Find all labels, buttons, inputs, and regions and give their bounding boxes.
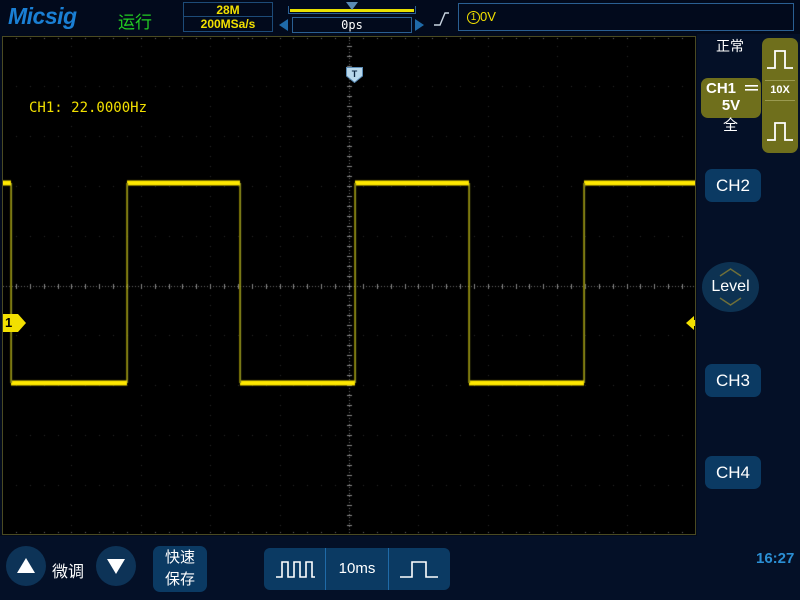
trigger-level-value: 0V bbox=[480, 9, 496, 24]
horizontal-position-value[interactable]: 0ps bbox=[292, 17, 412, 33]
triangle-up-icon bbox=[17, 558, 35, 573]
measurement-readout: CH1: 22.0000Hz bbox=[29, 100, 148, 116]
fine-adjust-label: 微调 bbox=[52, 564, 85, 581]
probe-divider-2 bbox=[765, 100, 795, 101]
channel1-label: CH1 bbox=[706, 80, 737, 97]
trigger-mode-label[interactable]: 正常 bbox=[716, 36, 744, 56]
fine-decrease-button[interactable] bbox=[96, 546, 136, 586]
oscilloscope-screen: Micsig 运行 28M 200MSa/s 0ps 1 0V CH1: 22.0… bbox=[0, 0, 800, 600]
dc-coupling-icon bbox=[745, 85, 758, 91]
sidebar-item-ch4[interactable]: CH4 bbox=[705, 456, 761, 489]
clock-label: 16:27 bbox=[756, 550, 795, 567]
rising-edge-icon[interactable] bbox=[432, 10, 450, 28]
probe-attenuation-stack[interactable]: 10X bbox=[762, 38, 798, 153]
timebase-value: 10ms bbox=[338, 560, 376, 577]
probe-attenuation-value: 10X bbox=[770, 84, 790, 96]
run-state-label[interactable]: 运行 bbox=[118, 8, 152, 33]
pulse-icon[interactable] bbox=[766, 44, 794, 74]
trigger-channel-number: 1 bbox=[467, 11, 480, 24]
single-pulse-icon bbox=[400, 561, 439, 578]
pulse-icon[interactable] bbox=[766, 116, 794, 146]
triangle-down-icon bbox=[107, 559, 125, 574]
top-status-bar: Micsig 运行 28M 200MSa/s 0ps 1 0V bbox=[0, 0, 800, 34]
channel1-button[interactable]: CH1 5V bbox=[701, 78, 761, 118]
position-decrease-icon[interactable] bbox=[279, 19, 288, 31]
probe-divider bbox=[765, 80, 795, 81]
bandwidth-label[interactable]: 全 bbox=[723, 114, 738, 135]
channel1-marker-label: 1 bbox=[5, 315, 13, 330]
memory-info-box[interactable]: 28M 200MSa/s bbox=[183, 2, 273, 32]
trigger-position-marker-icon[interactable]: T bbox=[346, 67, 363, 83]
memory-bar-gauge[interactable] bbox=[288, 2, 416, 15]
channel1-scale: 5V bbox=[721, 97, 741, 114]
timebase-zoom-in-button[interactable] bbox=[389, 548, 450, 590]
chevron-down-icon bbox=[719, 297, 742, 306]
multi-pulse-icon bbox=[275, 561, 315, 578]
sample-rate-value: 200MSa/s bbox=[200, 17, 256, 31]
sidebar-item-ch2[interactable]: CH2 bbox=[705, 169, 761, 202]
trigger-level-arrow-icon[interactable] bbox=[685, 314, 696, 332]
brand-logo: Micsig bbox=[8, 3, 77, 29]
timebase-value-cell[interactable]: 10ms bbox=[326, 548, 389, 590]
quick-save-line2: 保存 bbox=[164, 571, 195, 588]
waveform-display-grid[interactable]: CH1: 22.0000Hz T 1 bbox=[2, 36, 696, 535]
trigger-marker-label: T bbox=[352, 69, 358, 79]
memory-depth-value: 28M bbox=[184, 3, 272, 17]
trigger-source-box[interactable]: 1 0V bbox=[458, 3, 794, 31]
trigger-level-button-label: Level bbox=[711, 278, 750, 295]
channel1-ground-marker[interactable]: 1 bbox=[3, 313, 27, 333]
chevron-up-icon bbox=[719, 268, 742, 277]
fine-increase-button[interactable] bbox=[6, 546, 46, 586]
position-increase-icon[interactable] bbox=[415, 19, 424, 31]
timebase-zoom-out-button[interactable] bbox=[264, 548, 327, 590]
memory-position-marker-icon[interactable] bbox=[346, 2, 358, 10]
sidebar-item-ch3[interactable]: CH3 bbox=[705, 364, 761, 397]
timebase-control-group: 10ms bbox=[264, 548, 450, 590]
trigger-level-button[interactable]: Level bbox=[702, 262, 759, 312]
quick-save-line1: 快速 bbox=[164, 549, 195, 566]
quick-save-button[interactable]: 快速 保存 bbox=[153, 546, 207, 592]
